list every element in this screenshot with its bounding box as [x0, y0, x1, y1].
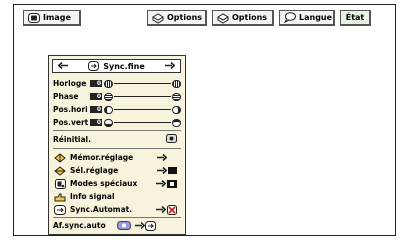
reset-label: Réinitial.	[53, 135, 91, 144]
options-box-icon	[152, 12, 164, 24]
hpos-knob-icon[interactable]	[104, 105, 113, 114]
sync-icon	[88, 61, 100, 71]
divider	[53, 130, 181, 131]
menu-item-label: Sync.Automat.	[70, 205, 133, 214]
menu-item-memor-reglage[interactable]: Mémor.réglage	[53, 152, 181, 163]
menu-item-label: Af.sync.auto	[53, 221, 106, 230]
menu-item-label: Modes spéciaux	[70, 179, 138, 188]
arrow-right-icon	[157, 154, 181, 161]
vpos-knob-icon[interactable]	[104, 118, 113, 127]
sync-fine-title: Sync.fine	[103, 61, 145, 71]
speech-bubble-icon	[284, 12, 296, 23]
slider-track[interactable]	[114, 108, 171, 111]
menu-item-label: Mémor.réglage	[70, 153, 134, 162]
menu-item-sync-automat[interactable]: Sync.Automat.	[53, 204, 181, 215]
slider-track[interactable]	[114, 82, 171, 85]
enter-icon[interactable]	[166, 134, 181, 145]
memory-diamond-icon	[53, 152, 67, 163]
tab-options-2-label: Options	[232, 13, 268, 22]
sync-panel: Sync.fine Horloge 0 Phase 0 Pos.hori 0 P…	[48, 55, 186, 235]
sync-fine-header[interactable]: Sync.fine	[52, 59, 181, 73]
phase-knob-icon[interactable]	[104, 92, 113, 101]
auto-display-icon	[145, 220, 156, 231]
slider-value: 0	[90, 119, 102, 126]
tab-image[interactable]: Image	[23, 10, 81, 26]
hpos-max-icon	[172, 105, 181, 114]
slider-value: 0	[90, 80, 102, 87]
tab-etat-label: État	[345, 13, 365, 22]
arrow-right-icon[interactable]	[164, 61, 176, 71]
menu-item-info-signal[interactable]: Info signal	[53, 191, 181, 202]
arrow-right-icon	[156, 204, 181, 215]
slider-label: Phase	[53, 92, 79, 101]
clock-max-icon	[172, 79, 181, 88]
tab-options-1-label: Options	[167, 13, 203, 22]
menu-item-modes-speciaux[interactable]: Modes spéciaux	[53, 178, 181, 189]
slider-value: 0	[90, 106, 102, 113]
slider-label: Pos.hori	[53, 105, 88, 114]
tab-image-label: Image	[43, 13, 71, 22]
menu-item-label: Sél.réglage	[70, 166, 119, 175]
tab-langue[interactable]: Langue	[279, 10, 335, 26]
slider-track[interactable]	[114, 95, 171, 98]
phase-max-icon	[172, 92, 181, 101]
tab-options-1[interactable]: Options	[147, 10, 207, 26]
vpos-max-icon	[172, 118, 181, 127]
modes-screen-icon	[167, 179, 177, 188]
arrow-right-icon	[157, 167, 181, 174]
hand-signal-icon	[53, 192, 67, 202]
slider-label: Horloge	[53, 79, 87, 88]
tab-etat[interactable]: État	[340, 10, 371, 26]
monitor-icon	[28, 12, 40, 23]
reset-row[interactable]: Réinitial.	[53, 134, 181, 145]
slider-pos-hori[interactable]: Pos.hori 0	[53, 104, 181, 115]
auto-sync-off-icon	[167, 204, 177, 215]
arrow-right-icon	[156, 179, 181, 188]
divider	[53, 217, 181, 218]
slider-track[interactable]	[114, 121, 171, 124]
tab-langue-label: Langue	[299, 13, 333, 22]
black-square-icon	[168, 167, 177, 174]
slider-label: Pos.vert	[53, 118, 89, 127]
slider-pos-vert[interactable]: Pos.vert 0	[53, 117, 181, 128]
arrow-left-icon[interactable]	[57, 61, 68, 71]
display-on-icon[interactable]	[117, 221, 131, 230]
select-diamond-icon	[53, 165, 67, 176]
slider-phase[interactable]: Phase 0	[53, 91, 181, 102]
auto-sync-icon	[53, 204, 67, 215]
menu-item-label: Info signal	[70, 192, 115, 201]
menu-item-af-sync-auto[interactable]: Af.sync.auto	[53, 220, 181, 231]
clock-knob-icon[interactable]	[104, 79, 113, 88]
slider-value: 0	[90, 93, 102, 100]
arrow-right-icon	[135, 222, 145, 229]
special-modes-icon	[53, 178, 67, 189]
tab-options-2[interactable]: Options	[212, 10, 274, 26]
options-box-icon	[217, 12, 229, 24]
slider-horloge[interactable]: Horloge 0	[53, 78, 181, 89]
menu-item-sel-reglage[interactable]: Sél.réglage	[53, 165, 181, 176]
divider	[53, 148, 181, 149]
